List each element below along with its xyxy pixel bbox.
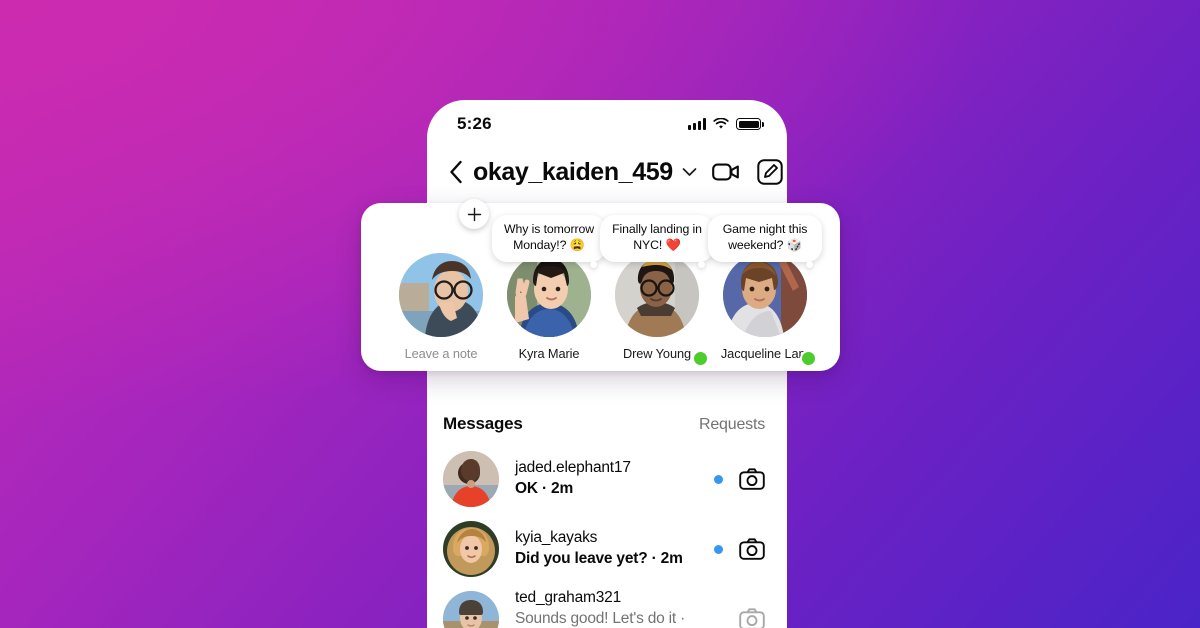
notes-row: Leave a note Why is tomorrow Monday!? 😩: [361, 199, 840, 371]
nav-header: okay_kaiden_459: [427, 142, 787, 196]
status-bar: 5:26: [427, 100, 787, 142]
camera-icon[interactable]: [739, 466, 765, 492]
note-label: Jacqueline Lam: [720, 346, 810, 361]
thread-username: ted_graham321: [515, 588, 621, 606]
avatar: [443, 451, 499, 507]
compose-pencil-icon[interactable]: [755, 157, 785, 187]
online-status-indicator: [800, 350, 817, 367]
note-bubble[interactable]: Finally landing in NYC! ❤️: [600, 215, 714, 268]
avatar: [723, 253, 807, 337]
note-label: Kyra Marie: [518, 346, 580, 361]
thread-preview: Sounds good! Let's do it · 45m: [515, 609, 686, 627]
camera-icon[interactable]: [739, 606, 765, 628]
thread-text: jaded.elephant17 OK · 2m: [515, 458, 714, 500]
note-item-leave-a-note[interactable]: Leave a note: [387, 199, 495, 371]
avatar: [507, 253, 591, 337]
thread-username: jaded.elephant17: [515, 459, 631, 477]
online-status-indicator: [692, 350, 709, 367]
note-item-drew-young[interactable]: Finally landing in NYC! ❤️ Drew Young: [600, 203, 714, 371]
plus-icon[interactable]: [459, 199, 489, 229]
note-bubble[interactable]: Why is tomorrow Monday!? 😩: [492, 215, 606, 268]
avatar: [443, 521, 499, 577]
notes-panel: Leave a note Why is tomorrow Monday!? 😩: [361, 199, 840, 371]
messages-header: Messages Requests: [427, 410, 787, 444]
page-background: 5:26 okay_kaiden_459 Messages Requests j…: [0, 0, 1200, 628]
unread-dot: [714, 544, 723, 554]
battery-full-icon: [736, 118, 764, 130]
camera-icon[interactable]: [739, 536, 765, 562]
thread-text: ted_graham321 Sounds good! Let's do it ·…: [515, 588, 714, 628]
unread-dot-placeholder: [714, 615, 723, 624]
status-bar-indicators: [688, 118, 764, 130]
unread-dot: [714, 474, 723, 484]
note-label: Leave a note: [404, 346, 478, 361]
avatar: [443, 591, 499, 628]
messages-title: Messages: [443, 414, 523, 433]
wifi-icon: [713, 118, 729, 129]
thread-preview: OK · 2m: [515, 480, 574, 497]
note-label: Drew Young: [622, 346, 691, 361]
table-row[interactable]: ted_graham321 Sounds good! Let's do it ·…: [427, 584, 787, 628]
page-title[interactable]: okay_kaiden_459: [473, 158, 673, 187]
chevron-left-icon[interactable]: [445, 160, 467, 184]
note-item-jacqueline-lam[interactable]: Game night this weekend? 🎲 Jacqueline La…: [708, 203, 822, 371]
thread-username: kyia_kayaks: [515, 529, 598, 547]
chevron-down-icon[interactable]: [682, 167, 697, 177]
table-row[interactable]: jaded.elephant17 OK · 2m: [427, 444, 787, 514]
signal-bars-icon: [688, 118, 706, 130]
requests-link[interactable]: Requests: [699, 416, 765, 434]
video-camera-icon[interactable]: [711, 157, 741, 187]
table-row[interactable]: kyia_kayaks Did you leave yet? · 2m: [427, 514, 787, 584]
thread-text: kyia_kayaks Did you leave yet? · 2m: [515, 528, 714, 570]
note-item-kyra-marie[interactable]: Why is tomorrow Monday!? 😩 Kyra Marie: [492, 203, 606, 371]
avatar: [615, 253, 699, 337]
avatar: [399, 253, 483, 337]
note-bubble[interactable]: Game night this weekend? 🎲: [708, 215, 822, 268]
thread-preview: Did you leave yet? · 2m: [515, 550, 683, 567]
status-bar-time: 5:26: [457, 114, 492, 133]
